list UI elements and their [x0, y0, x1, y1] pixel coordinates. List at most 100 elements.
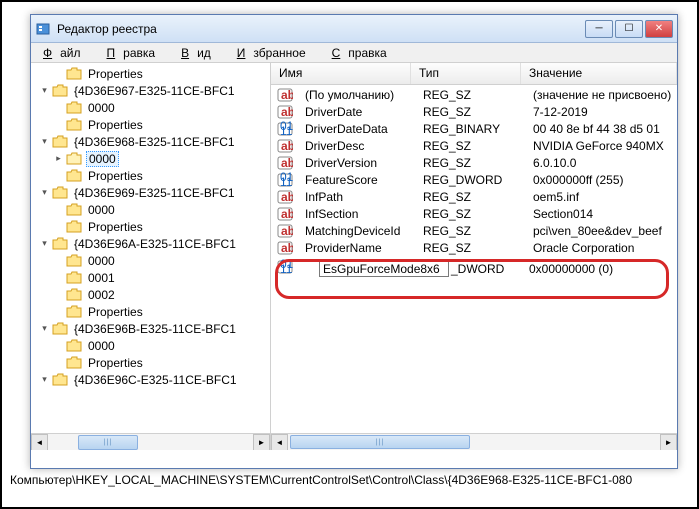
list-row[interactable]: 011110DriverDateDataREG_BINARY00 40 8e b…: [271, 120, 677, 137]
tree-label: 0002: [86, 288, 117, 302]
tree-label: 0000: [86, 101, 117, 115]
tree-item[interactable]: 0000: [31, 252, 270, 269]
value-type: REG_DWORD: [415, 173, 525, 187]
scroll-right-icon[interactable]: ►: [660, 434, 677, 450]
folder-icon: [52, 135, 68, 148]
menu-favorites[interactable]: Избранное: [229, 44, 322, 62]
value-name: FeatureScore: [297, 173, 415, 187]
tree-item[interactable]: ▸0000: [31, 150, 270, 167]
tree-item[interactable]: 0002: [31, 286, 270, 303]
menu-edit[interactable]: Правка: [99, 44, 172, 62]
expand-icon[interactable]: [53, 68, 64, 79]
expand-icon[interactable]: [53, 289, 64, 300]
list-row[interactable]: abDriverDateREG_SZ7-12-2019: [271, 103, 677, 120]
list-row[interactable]: abProviderNameREG_SZOracle Corporation: [271, 239, 677, 256]
expand-icon[interactable]: [53, 170, 64, 181]
expand-icon[interactable]: [53, 357, 64, 368]
expand-icon[interactable]: [53, 102, 64, 113]
list-row[interactable]: abInfSectionREG_SZSection014: [271, 205, 677, 222]
list-row[interactable]: abDriverVersionREG_SZ6.0.10.0: [271, 154, 677, 171]
tree-item[interactable]: Properties: [31, 303, 270, 320]
expand-icon[interactable]: ▾: [39, 238, 50, 249]
menu-file[interactable]: Файл: [35, 44, 97, 62]
folder-icon: [52, 237, 68, 250]
list-row[interactable]: 011110FeatureScoreREG_DWORD0x000000ff (2…: [271, 171, 677, 188]
svg-text:ab: ab: [281, 156, 293, 170]
menu-view[interactable]: Вид: [173, 44, 227, 62]
tree-item[interactable]: ▾ {4D36E96A-E325-11CE-BFC1: [31, 235, 270, 252]
scroll-thumb[interactable]: |||: [78, 435, 138, 450]
expand-icon[interactable]: [53, 306, 64, 317]
tree-item[interactable]: Properties: [31, 218, 270, 235]
list-hscrollbar[interactable]: ◄ ||| ►: [271, 433, 677, 450]
tree-item[interactable]: 0000: [31, 99, 270, 116]
expand-icon[interactable]: ▾: [39, 323, 50, 334]
value-type: REG_BINARY: [415, 122, 525, 136]
binary-value-icon: 011110: [277, 172, 293, 188]
tree-hscrollbar[interactable]: ◄ ||| ►: [31, 433, 270, 450]
value-type: REG_SZ: [415, 207, 525, 221]
list-pane[interactable]: Имя Тип Значение ab(По умолчанию)REG_SZ(…: [271, 63, 677, 450]
scroll-right-icon[interactable]: ►: [253, 434, 270, 451]
tree-item[interactable]: Properties: [31, 116, 270, 133]
expand-icon[interactable]: [53, 119, 64, 130]
tree-item[interactable]: 0001: [31, 269, 270, 286]
rename-input[interactable]: [319, 260, 449, 277]
expand-icon[interactable]: ▾: [39, 374, 50, 385]
tree-item[interactable]: Properties: [31, 354, 270, 371]
col-name[interactable]: Имя: [271, 63, 411, 84]
value-data: (значение не присвоено): [525, 88, 677, 102]
folder-icon: [66, 305, 82, 318]
tree-item[interactable]: ▾{4D36E969-E325-11CE-BFC1: [31, 184, 270, 201]
tree-item[interactable]: 0000: [31, 337, 270, 354]
tree-label: {4D36E96A-E325-11CE-BFC1: [72, 237, 238, 251]
expand-icon[interactable]: ▸: [53, 153, 64, 164]
close-button[interactable]: ✕: [645, 20, 673, 38]
editing-row: 011110 _DWORD 0x00000000 (0): [271, 260, 677, 277]
col-type[interactable]: Тип: [411, 63, 521, 84]
value-data: NVIDIA GeForce 940MX: [525, 139, 677, 153]
tree-item[interactable]: Properties: [31, 65, 270, 82]
string-value-icon: ab: [277, 87, 293, 103]
expand-icon[interactable]: ▾: [39, 136, 50, 147]
titlebar[interactable]: Редактор реестра ─ ☐ ✕: [31, 15, 677, 43]
folder-icon: [66, 288, 82, 301]
maximize-button[interactable]: ☐: [615, 20, 643, 38]
tree-label: 0000: [86, 203, 117, 217]
svg-text:ab: ab: [281, 207, 293, 221]
expand-icon[interactable]: [53, 272, 64, 283]
tree-pane[interactable]: Properties▾{4D36E967-E325-11CE-BFC10000P…: [31, 63, 271, 450]
tree-label: {4D36E968-E325-11CE-BFC1: [72, 135, 237, 149]
value-data: oem5.inf: [525, 190, 677, 204]
scroll-left-icon[interactable]: ◄: [271, 434, 288, 450]
value-name: MatchingDeviceId: [297, 224, 415, 238]
list-row[interactable]: abMatchingDeviceIdREG_SZpci\ven_80ee&dev…: [271, 222, 677, 239]
tree-item[interactable]: ▾{4D36E96C-E325-11CE-BFC1: [31, 371, 270, 388]
folder-icon: [66, 67, 82, 80]
folder-icon: [52, 186, 68, 199]
tree-item[interactable]: 0000: [31, 201, 270, 218]
tree-item[interactable]: ▾{4D36E967-E325-11CE-BFC1: [31, 82, 270, 99]
expand-icon[interactable]: ▾: [39, 187, 50, 198]
tree-item[interactable]: ▾{4D36E96B-E325-11CE-BFC1: [31, 320, 270, 337]
minimize-button[interactable]: ─: [585, 20, 613, 38]
col-value[interactable]: Значение: [521, 63, 677, 84]
expand-icon[interactable]: [53, 221, 64, 232]
tree-label: 0000: [86, 339, 117, 353]
list-row[interactable]: ab(По умолчанию)REG_SZ(значение не присв…: [271, 86, 677, 103]
menu-help[interactable]: Справка: [324, 44, 403, 62]
scroll-thumb[interactable]: |||: [290, 435, 470, 449]
svg-text:ab: ab: [281, 190, 293, 204]
expand-icon[interactable]: [53, 255, 64, 266]
expand-icon[interactable]: [53, 204, 64, 215]
edit-data: 0x00000000 (0): [529, 262, 677, 276]
list-row[interactable]: abInfPathREG_SZoem5.inf: [271, 188, 677, 205]
tree-item[interactable]: Properties: [31, 167, 270, 184]
tree-item[interactable]: ▾ {4D36E968-E325-11CE-BFC1: [31, 133, 270, 150]
string-value-icon: ab: [277, 223, 293, 239]
expand-icon[interactable]: [53, 340, 64, 351]
scroll-left-icon[interactable]: ◄: [31, 434, 48, 451]
expand-icon[interactable]: ▾: [39, 85, 50, 96]
list-row[interactable]: abDriverDescREG_SZNVIDIA GeForce 940MX: [271, 137, 677, 154]
value-data: pci\ven_80ee&dev_beef: [525, 224, 677, 238]
